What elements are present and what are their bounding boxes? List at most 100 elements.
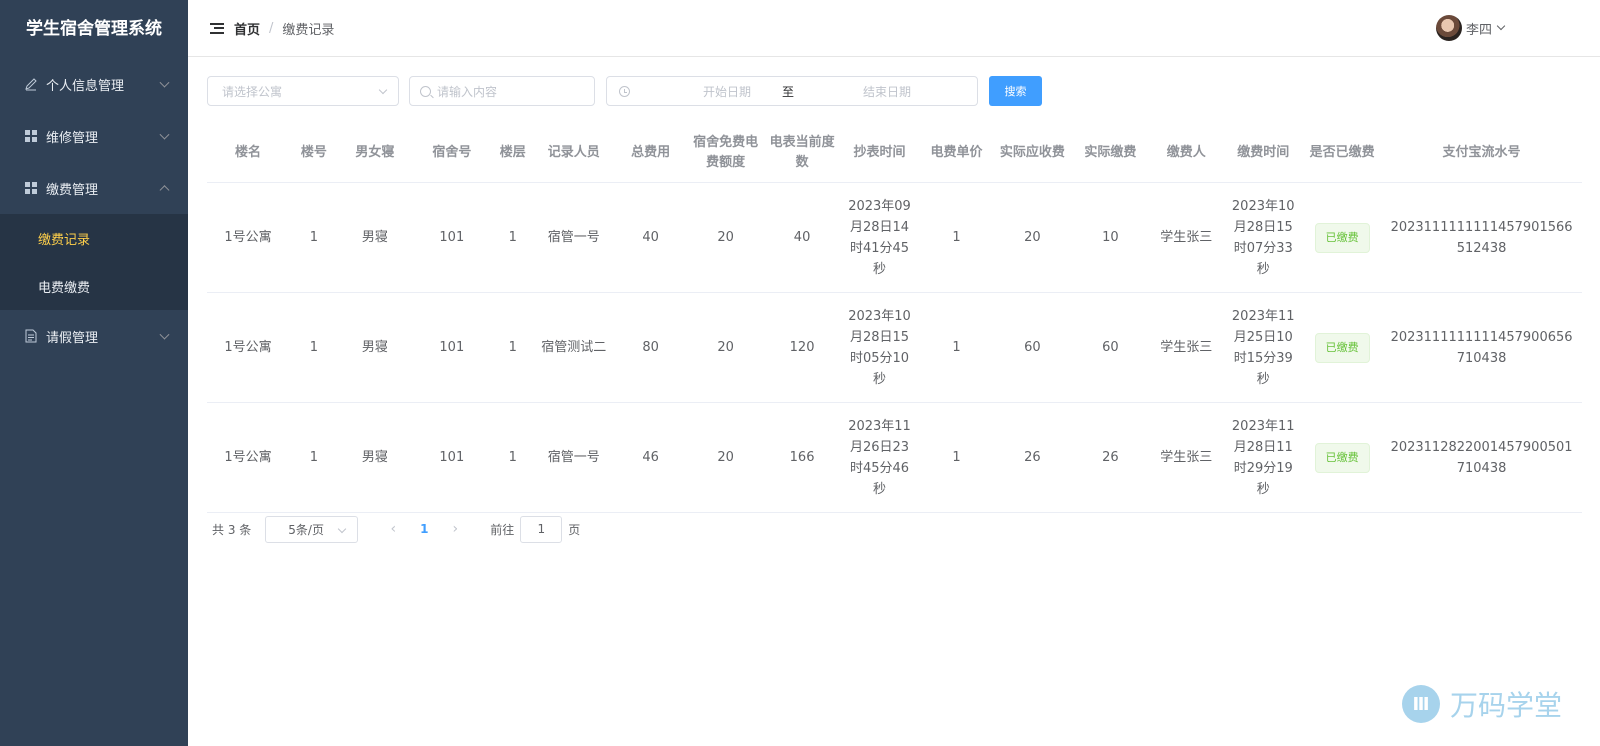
table-cell: 1	[508, 340, 517, 355]
sidebar-item-repair[interactable]: 维修管理	[0, 110, 188, 162]
column-header: 缴费人	[1166, 144, 1206, 160]
status-badge: 已缴费	[1314, 222, 1370, 253]
table-cell: 宿管一号	[547, 450, 600, 465]
goto-page-input[interactable]: 1	[520, 515, 563, 543]
sidebar-item-label: 请假管理	[46, 330, 99, 346]
filter-bar: 请选择公寓 请输入内容 开始日期 至 结束日期 搜索	[207, 76, 1600, 106]
column-header: 抄表时间	[853, 144, 906, 160]
column-header: 实际应收费	[999, 144, 1065, 160]
table-cell: 2023年11月28日11时29分19秒	[1231, 418, 1295, 497]
payment-records-table: 楼名 楼号 男女寝 宿舍号 楼层 记录人员 总费用 宿舍免费电费额度 电表当前度…	[207, 123, 1582, 513]
user-name[interactable]: 李四	[1466, 19, 1492, 38]
table-cell: 20	[1024, 230, 1041, 245]
table-cell: 已缴费	[1303, 442, 1381, 473]
sidebar-subitem-payment-records[interactable]: 缴费记录	[0, 214, 188, 262]
sidebar-item-personal-info[interactable]: 个人信息管理	[0, 58, 188, 110]
search-icon	[420, 85, 431, 97]
grid-icon	[24, 181, 38, 195]
apartment-select[interactable]: 请选择公寓	[207, 76, 399, 106]
sidebar-subitem-electricity-payment[interactable]: 电费缴费	[0, 262, 188, 310]
table-cell: 学生张三	[1160, 450, 1213, 465]
table-cell: 1	[309, 340, 319, 355]
column-header: 实际缴费	[1084, 144, 1137, 160]
table-row[interactable]: 1号公寓 1 男寝 101 1 宿管一号 40 20 40 2023年09月28…	[207, 183, 1582, 293]
chevron-down-icon	[159, 129, 170, 140]
chevron-down-icon	[159, 77, 170, 88]
column-header: 楼名	[234, 144, 261, 160]
table-cell: 1	[952, 450, 961, 465]
breadcrumb-current: 缴费记录	[282, 22, 335, 38]
search-input-placeholder: 请输入内容	[437, 84, 498, 99]
column-header: 楼层	[499, 144, 526, 160]
avatar[interactable]	[1435, 15, 1462, 41]
user-menu[interactable]: 李四	[1435, 15, 1506, 41]
table-cell: 46	[642, 450, 659, 465]
table-cell: 166	[789, 450, 815, 465]
chevron-down-icon	[159, 329, 170, 340]
status-badge: 已缴费	[1314, 332, 1370, 363]
table-cell: 2023112822001457900501710438	[1390, 439, 1573, 476]
chevron-down-icon	[378, 85, 388, 95]
table-cell: 1号公寓	[224, 340, 272, 355]
grid-icon	[24, 129, 38, 143]
table-cell: 2023年11月26日23时45分46秒	[848, 418, 911, 497]
pagination: 共 3 条 5条/页 ‹ 1 › 前往 1 页	[212, 515, 580, 543]
column-header: 是否已缴费	[1309, 144, 1375, 160]
table-cell: 1	[309, 230, 319, 245]
watermark-text: 万码学堂	[1450, 689, 1563, 722]
table-cell: 60	[1102, 340, 1119, 355]
table-cell: 101	[439, 230, 465, 245]
table-cell: 1	[952, 230, 961, 245]
table-header: 楼名 楼号 男女寝 宿舍号 楼层 记录人员 总费用 宿舍免费电费额度 电表当前度…	[207, 123, 1582, 183]
table-cell: 2023111111111457901566512438	[1390, 219, 1573, 256]
goto-label: 前往	[490, 522, 515, 537]
table-cell: 10	[1102, 230, 1119, 245]
pagination-total: 共 3 条	[212, 522, 252, 537]
table-cell: 2023年10月28日15时05分10秒	[848, 308, 911, 387]
page-number[interactable]: 1	[408, 522, 440, 536]
table-cell: 20	[717, 450, 734, 465]
table-cell: 40	[642, 230, 659, 245]
chevron-down-icon[interactable]	[1496, 21, 1506, 31]
date-end-input[interactable]: 结束日期	[827, 83, 947, 100]
watermark: Ⅲ 万码学堂	[1402, 684, 1562, 724]
document-icon	[24, 329, 38, 343]
date-range-picker[interactable]: 开始日期 至 结束日期	[606, 76, 978, 106]
table-cell: 26	[1024, 450, 1041, 465]
column-header: 记录人员	[547, 144, 600, 160]
column-header: 楼号	[300, 144, 327, 160]
clock-icon	[619, 85, 630, 97]
table-cell: 男寝	[361, 450, 388, 465]
sidebar-item-payment[interactable]: 缴费管理	[0, 162, 188, 214]
table-cell: 1	[508, 450, 517, 465]
page-size-select[interactable]: 5条/页	[265, 515, 359, 543]
next-page-icon[interactable]: ›	[440, 521, 470, 537]
date-start-input[interactable]: 开始日期	[667, 83, 787, 100]
table-cell: 1号公寓	[224, 230, 272, 245]
table-row[interactable]: 1号公寓 1 男寝 101 1 宿管一号 46 20 166 2023年11月2…	[207, 403, 1582, 513]
watermark-logo-icon: Ⅲ	[1402, 685, 1440, 723]
menu-toggle-icon[interactable]	[210, 22, 224, 34]
column-header: 缴费时间	[1237, 144, 1290, 160]
breadcrumb: 首页 / 缴费记录	[234, 19, 334, 38]
table-cell: 20	[717, 340, 734, 355]
table-cell: 男寝	[361, 340, 388, 355]
table-cell: 学生张三	[1160, 340, 1213, 355]
table-row[interactable]: 1号公寓 1 男寝 101 1 宿管测试二 80 20 120 2023年10月…	[207, 293, 1582, 403]
table-cell: 2023年09月28日14时41分45秒	[848, 198, 911, 277]
column-header: 支付宝流水号	[1442, 144, 1521, 160]
prev-page-icon[interactable]: ‹	[378, 521, 408, 537]
search-button[interactable]: 搜索	[989, 76, 1042, 106]
table-cell: 1	[508, 230, 517, 245]
table-cell: 20	[717, 230, 734, 245]
sidebar-item-label: 维修管理	[46, 130, 99, 146]
sidebar-item-label: 缴费管理	[46, 182, 99, 198]
app-title: 学生宿舍管理系统	[26, 19, 162, 39]
sidebar-item-label: 个人信息管理	[46, 78, 125, 94]
sidebar-item-leave[interactable]: 请假管理	[0, 310, 188, 362]
breadcrumb-home[interactable]: 首页	[234, 19, 260, 38]
apartment-select-placeholder: 请选择公寓	[222, 84, 283, 99]
search-input[interactable]: 请输入内容	[409, 76, 595, 106]
table-cell: 101	[439, 340, 465, 355]
column-header: 宿舍免费电费额度	[693, 134, 759, 170]
